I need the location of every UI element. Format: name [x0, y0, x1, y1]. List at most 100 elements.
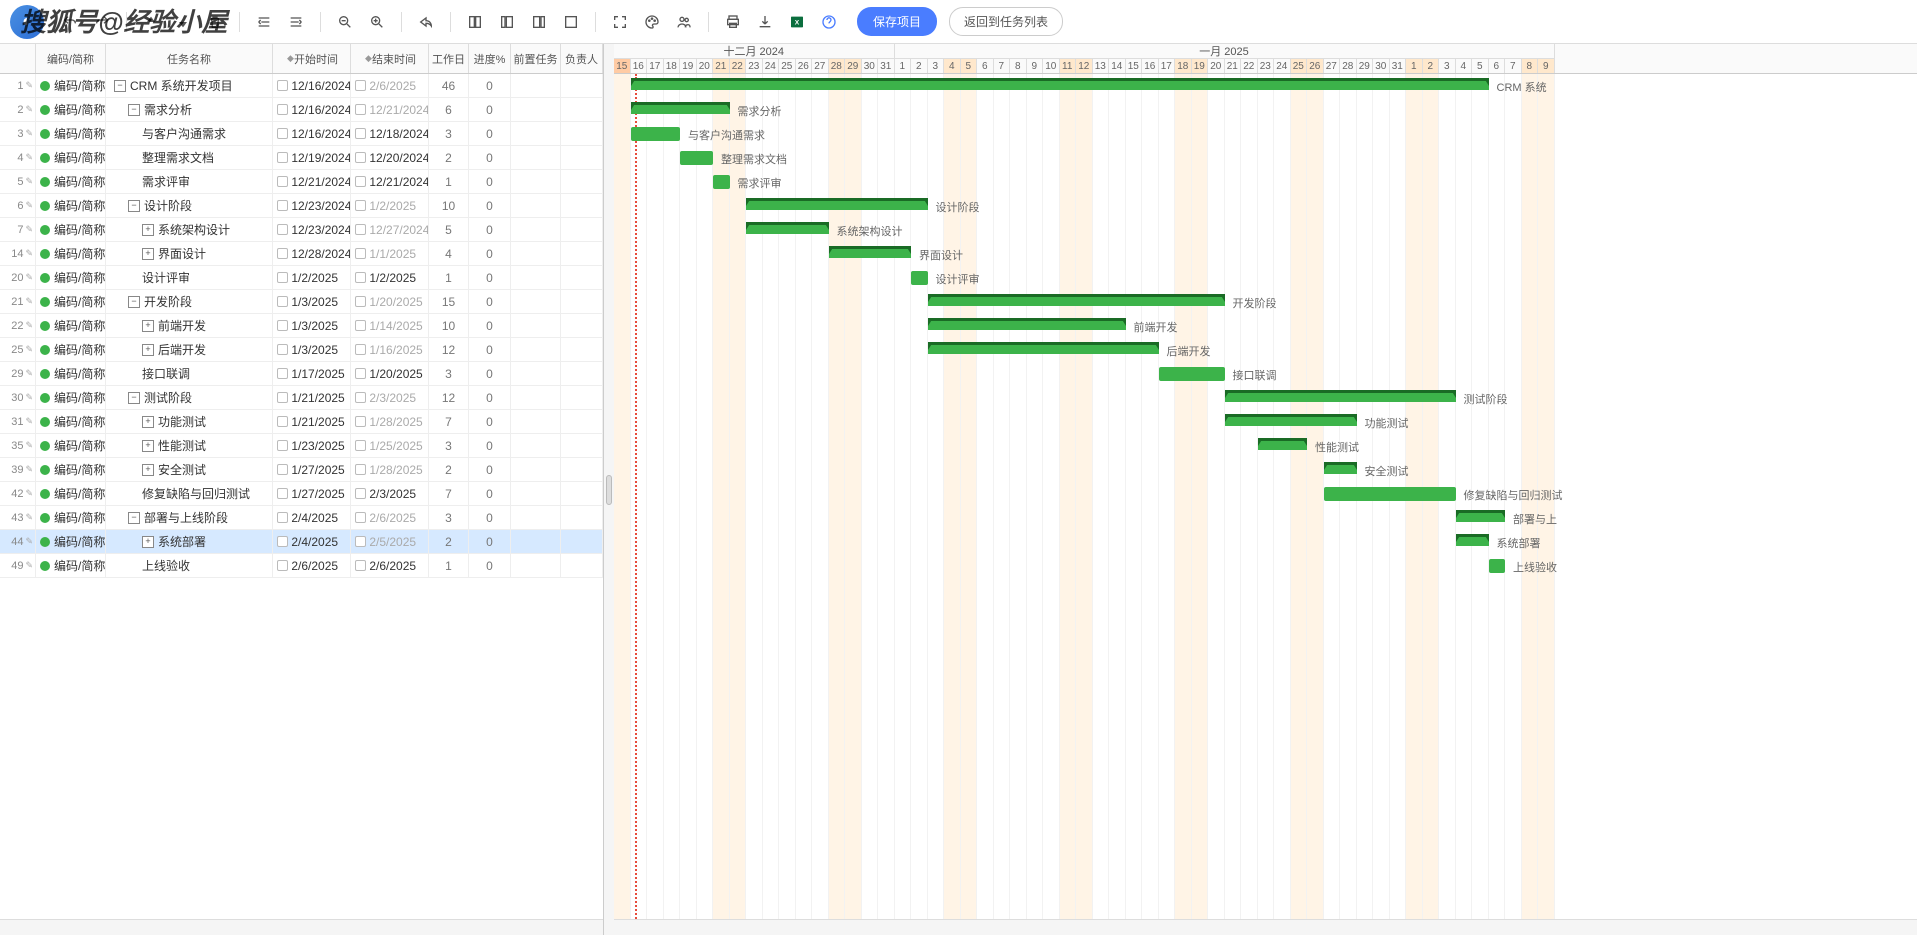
row-start[interactable]: 12/19/2024 [273, 146, 351, 169]
day-header[interactable]: 30 [1373, 59, 1390, 73]
day-header[interactable]: 12 [1076, 59, 1093, 73]
delete-button[interactable] [201, 8, 229, 36]
checkbox[interactable] [277, 248, 288, 259]
row-name[interactable]: +性能测试 [106, 434, 273, 457]
expand-toggle[interactable]: + [142, 536, 154, 548]
day-header[interactable]: 22 [1241, 59, 1258, 73]
checkbox[interactable] [277, 344, 288, 355]
row-code[interactable]: 编码/简称 [36, 194, 106, 217]
day-header[interactable]: 8 [1522, 59, 1539, 73]
summary-bar[interactable] [928, 318, 1126, 330]
day-header[interactable]: 26 [796, 59, 813, 73]
row-start[interactable]: 12/16/2024 [273, 98, 351, 121]
help-button[interactable] [815, 8, 843, 36]
expand-toggle[interactable]: + [142, 440, 154, 452]
expand-toggle[interactable]: + [142, 416, 154, 428]
summary-bar[interactable] [1225, 414, 1357, 426]
checkbox[interactable] [355, 104, 366, 115]
row-end[interactable]: 1/16/2025 [351, 338, 429, 361]
day-header[interactable]: 28 [1340, 59, 1357, 73]
row-name[interactable]: +功能测试 [106, 410, 273, 433]
checkbox[interactable] [355, 416, 366, 427]
day-header[interactable]: 19 [1192, 59, 1209, 73]
task-bar[interactable] [911, 271, 928, 285]
day-header[interactable]: 18 [664, 59, 681, 73]
expand-toggle[interactable]: − [128, 392, 140, 404]
checkbox[interactable] [355, 176, 366, 187]
expand-toggle[interactable]: + [142, 320, 154, 332]
day-header[interactable]: 15 [1126, 59, 1143, 73]
task-row[interactable]: 29✎编码/简称接口联调 1/17/2025 1/20/202530 [0, 362, 603, 386]
row-end[interactable]: 2/5/2025 [351, 530, 429, 553]
row-end[interactable]: 12/21/2024 [351, 98, 429, 121]
summary-bar[interactable] [928, 294, 1225, 306]
checkbox[interactable] [355, 248, 366, 259]
row-end[interactable]: 1/14/2025 [351, 314, 429, 337]
checkbox[interactable] [277, 464, 288, 475]
row-code[interactable]: 编码/简称 [36, 362, 106, 385]
row-code[interactable]: 编码/简称 [36, 458, 106, 481]
day-header[interactable]: 27 [812, 59, 829, 73]
summary-bar[interactable] [829, 246, 912, 258]
fullscreen-button[interactable] [606, 8, 634, 36]
col-predecessor[interactable]: 前置任务 [511, 44, 561, 73]
row-code[interactable]: 编码/简称 [36, 506, 106, 529]
layout-2-button[interactable] [493, 8, 521, 36]
row-start[interactable]: 1/27/2025 [273, 458, 351, 481]
day-header[interactable]: 20 [1208, 59, 1225, 73]
redo-button[interactable] [88, 8, 116, 36]
day-header[interactable]: 3 [928, 59, 945, 73]
day-header[interactable]: 2 [911, 59, 928, 73]
task-row[interactable]: 42✎编码/简称修复缺陷与回归测试 1/27/2025 2/3/202570 [0, 482, 603, 506]
row-code[interactable]: 编码/简称 [36, 122, 106, 145]
checkbox[interactable] [277, 488, 288, 499]
row-end[interactable]: 2/6/2025 [351, 506, 429, 529]
row-end[interactable]: 1/1/2025 [351, 242, 429, 265]
row-name[interactable]: −测试阶段 [106, 386, 273, 409]
row-start[interactable]: 1/3/2025 [273, 290, 351, 313]
checkbox[interactable] [355, 440, 366, 451]
row-name[interactable]: −需求分析 [106, 98, 273, 121]
summary-bar[interactable] [746, 222, 829, 234]
row-name[interactable]: −部署与上线阶段 [106, 506, 273, 529]
day-header[interactable]: 21 [1225, 59, 1242, 73]
row-start[interactable]: 12/16/2024 [273, 122, 351, 145]
checkbox[interactable] [277, 272, 288, 283]
col-workdays[interactable]: 工作日 [429, 44, 469, 73]
col-code[interactable]: 编码/简称 [36, 44, 106, 73]
row-name[interactable]: 整理需求文档 [106, 146, 273, 169]
day-header[interactable]: 24 [1274, 59, 1291, 73]
row-start[interactable]: 2/4/2025 [273, 530, 351, 553]
day-header[interactable]: 18 [1175, 59, 1192, 73]
checkbox[interactable] [355, 80, 366, 91]
task-bar[interactable] [680, 151, 713, 165]
row-start[interactable]: 12/16/2024 [273, 74, 351, 97]
day-header[interactable]: 31 [1390, 59, 1407, 73]
task-row[interactable]: 39✎编码/简称+安全测试 1/27/2025 1/28/202520 [0, 458, 603, 482]
row-end[interactable]: 12/21/2024 [351, 170, 429, 193]
row-start[interactable]: 12/23/2024 [273, 218, 351, 241]
zoom-in-button[interactable] [363, 8, 391, 36]
grid-hscroll[interactable] [0, 919, 603, 935]
row-start[interactable]: 12/23/2024 [273, 194, 351, 217]
day-header[interactable]: 29 [845, 59, 862, 73]
row-end[interactable]: 1/25/2025 [351, 434, 429, 457]
row-start[interactable]: 2/4/2025 [273, 506, 351, 529]
move-down-button[interactable] [169, 8, 197, 36]
day-header[interactable]: 24 [763, 59, 780, 73]
expand-toggle[interactable]: − [128, 296, 140, 308]
row-end[interactable]: 1/2/2025 [351, 266, 429, 289]
day-header[interactable]: 15 [614, 59, 631, 73]
task-bar[interactable] [1159, 367, 1225, 381]
download-button[interactable] [751, 8, 779, 36]
checkbox[interactable] [277, 560, 288, 571]
checkbox[interactable] [277, 296, 288, 307]
summary-bar[interactable] [631, 102, 730, 114]
checkbox[interactable] [355, 536, 366, 547]
row-code[interactable]: 编码/简称 [36, 482, 106, 505]
task-row[interactable]: 31✎编码/简称+功能测试 1/21/2025 1/28/202570 [0, 410, 603, 434]
checkbox[interactable] [355, 560, 366, 571]
col-owner[interactable]: 负责人 [561, 44, 603, 73]
day-header[interactable]: 17 [1159, 59, 1176, 73]
summary-bar[interactable] [1456, 534, 1489, 546]
